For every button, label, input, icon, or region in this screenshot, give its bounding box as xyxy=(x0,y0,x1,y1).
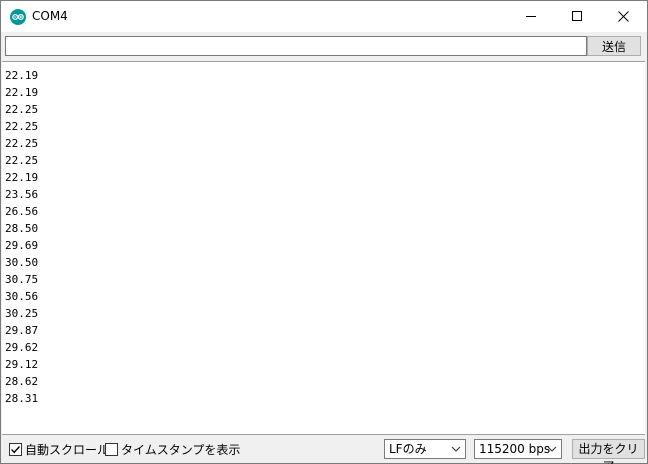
timestamp-checkbox-box[interactable] xyxy=(105,442,118,456)
baud-rate-value: 115200 bps xyxy=(479,442,551,456)
arduino-icon xyxy=(10,9,26,25)
output-line: 30.50 xyxy=(5,256,39,269)
output-line: 26.56 xyxy=(5,205,39,218)
checkmark-icon xyxy=(10,445,21,453)
output-line: 29.12 xyxy=(5,358,39,371)
baud-rate-select[interactable]: 115200 bps xyxy=(474,439,562,459)
send-button[interactable]: 送信 xyxy=(587,36,641,56)
close-icon xyxy=(618,11,629,22)
output-line: 29.62 xyxy=(5,341,39,354)
bottom-bar: 自動スクロール タイムスタンプを表示 LFのみ 115200 bps 出力をクリ… xyxy=(1,435,647,464)
timestamp-label: タイムスタンプを表示 xyxy=(121,442,241,457)
output-line: 22.19 xyxy=(5,69,39,82)
autoscroll-checkbox-box[interactable] xyxy=(9,442,22,456)
maximize-icon xyxy=(572,11,582,21)
output-line: 22.19 xyxy=(5,171,39,184)
output-line: 22.25 xyxy=(5,103,39,116)
close-button[interactable] xyxy=(601,1,647,32)
line-ending-value: LFのみ xyxy=(389,442,427,456)
autoscroll-label: 自動スクロール xyxy=(25,442,110,457)
output-line: 30.25 xyxy=(5,307,39,320)
minimize-icon xyxy=(526,16,536,17)
output-line: 22.25 xyxy=(5,137,39,150)
line-ending-select[interactable]: LFのみ xyxy=(384,439,466,459)
title-bar[interactable]: COM4 xyxy=(1,1,647,32)
autoscroll-checkbox[interactable]: 自動スクロール xyxy=(9,442,110,457)
output-line: 28.62 xyxy=(5,375,39,388)
chevron-down-icon xyxy=(451,446,461,452)
timestamp-checkbox[interactable]: タイムスタンプを表示 xyxy=(105,442,241,457)
output-line: 22.25 xyxy=(5,154,39,167)
maximize-button[interactable] xyxy=(555,1,601,32)
output-line: 29.69 xyxy=(5,239,39,252)
window-title: COM4 xyxy=(32,9,68,23)
output-lines: 22.19 22.19 22.25 22.25 22.25 22.25 22.19 23.56… xyxy=(5,67,38,407)
clear-output-button[interactable]: 出力をクリア xyxy=(572,439,645,464)
output-line: 22.19 xyxy=(5,86,39,99)
output-line: 22.25 xyxy=(5,120,39,133)
output-line: 23.56 xyxy=(5,188,39,201)
serial-output[interactable]: 22.19 22.19 22.25 22.25 22.25 22.25 22.19 23.56… xyxy=(2,61,645,435)
send-input[interactable] xyxy=(5,36,587,56)
output-line: 28.31 xyxy=(5,392,39,405)
output-line: 29.87 xyxy=(5,324,39,337)
output-line: 28.50 xyxy=(5,222,39,235)
serial-monitor-window: COM4 送信 22.19 22.19 22.25 22.25 22.25 22.25 22… xyxy=(0,0,648,464)
output-line: 30.56 xyxy=(5,290,39,303)
minimize-button[interactable] xyxy=(509,1,555,32)
chevron-down-icon xyxy=(547,446,557,452)
send-row: 送信 xyxy=(1,32,647,60)
output-line: 30.75 xyxy=(5,273,39,286)
